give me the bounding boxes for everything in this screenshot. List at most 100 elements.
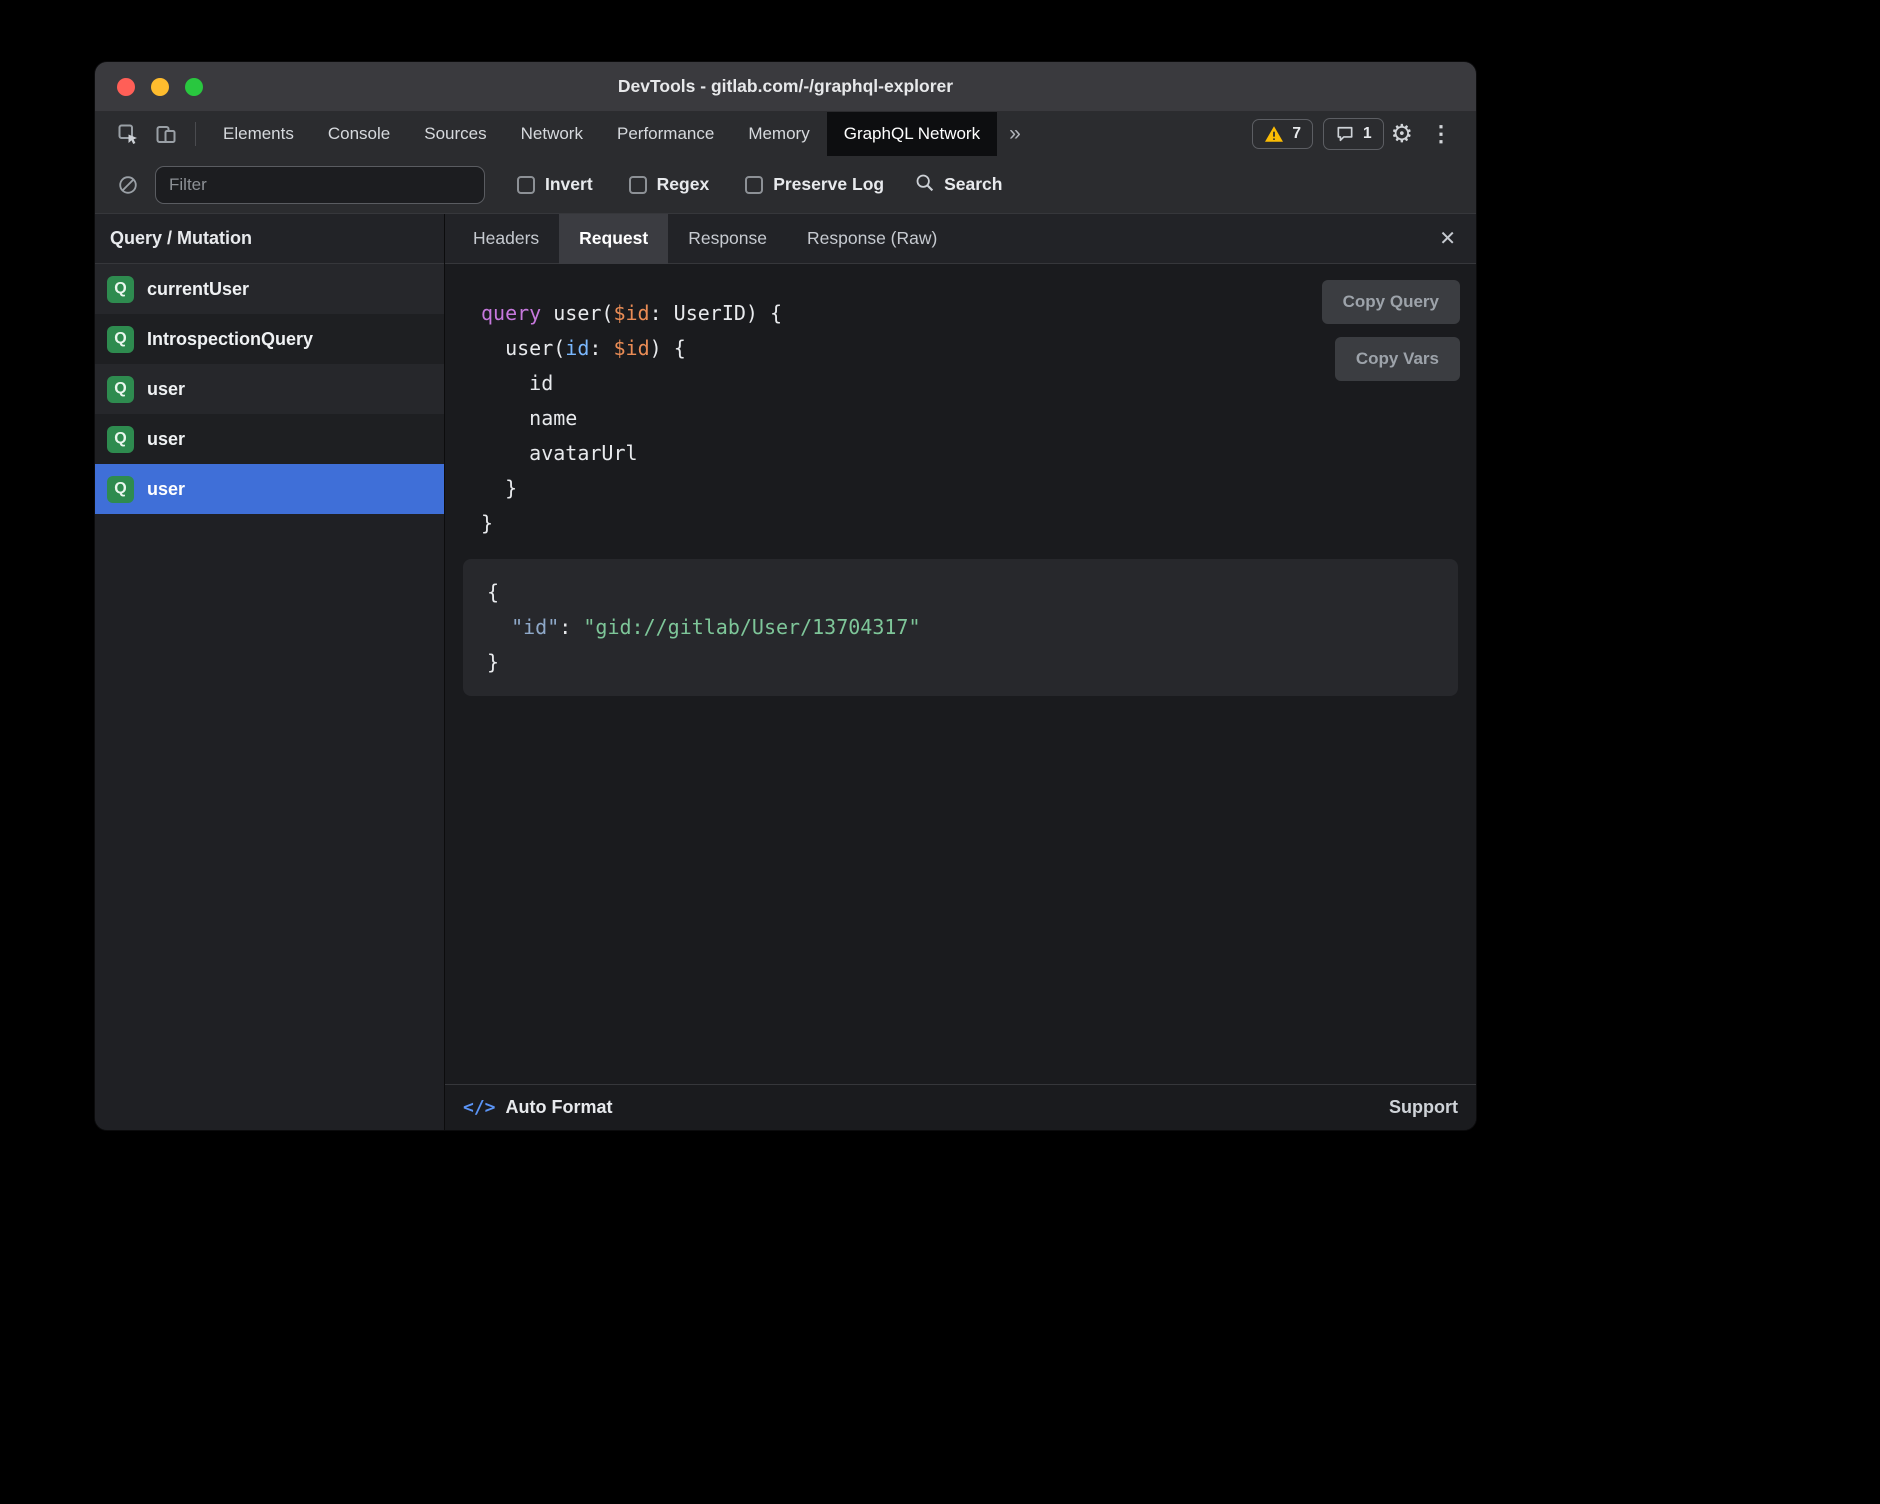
search-label: Search	[944, 174, 1002, 195]
filter-input[interactable]	[155, 166, 485, 204]
code-line: }	[481, 506, 1476, 541]
query-list-item-user-2[interactable]: Quser	[95, 364, 444, 414]
close-panel-icon[interactable]: ✕	[1419, 214, 1476, 264]
code-line: "id": "gid://gitlab/User/13704317"	[487, 610, 1458, 645]
filter-bar: Invert Regex Preserve Log Search	[95, 156, 1476, 214]
warning-icon	[1264, 125, 1284, 143]
query-sidebar: Query / Mutation QcurrentUserQIntrospect…	[95, 214, 445, 1130]
panel-tab-response[interactable]: Response	[668, 214, 787, 264]
tab-console[interactable]: Console	[311, 112, 407, 156]
desktop-background: DevTools - gitlab.com/-/graphql-explorer…	[0, 0, 1880, 1504]
panel-tab-headers[interactable]: Headers	[453, 214, 559, 264]
panel-footer: </> Auto Format Support	[445, 1084, 1476, 1130]
code-token: avatarUrl	[481, 441, 638, 465]
main-tab-strip: ElementsConsoleSourcesNetworkPerformance…	[206, 112, 997, 156]
code-token	[487, 615, 511, 639]
window-title: DevTools - gitlab.com/-/graphql-explorer	[95, 76, 1476, 97]
issues-count: 1	[1363, 125, 1372, 143]
query-list-item-introspectionquery-1[interactable]: QIntrospectionQuery	[95, 314, 444, 364]
code-token: "id"	[511, 615, 559, 639]
code-token: user(	[481, 336, 565, 360]
query-name: user	[147, 379, 185, 400]
checkbox-box	[745, 176, 763, 194]
main-toolbar: ElementsConsoleSourcesNetworkPerformance…	[95, 112, 1476, 156]
code-token: $id	[613, 336, 649, 360]
query-list-item-user-3[interactable]: Quser	[95, 414, 444, 464]
code-line: }	[481, 471, 1476, 506]
query-list-item-currentuser-0[interactable]: QcurrentUser	[95, 264, 444, 314]
query-name: user	[147, 429, 185, 450]
panel-tab-response-raw[interactable]: Response (Raw)	[787, 214, 957, 264]
more-tabs-button[interactable]: »	[997, 122, 1033, 146]
code-token: ) {	[650, 336, 686, 360]
regex-checkbox[interactable]: Regex	[629, 174, 710, 195]
toolbar-divider	[195, 122, 196, 146]
close-window-button[interactable]	[117, 78, 135, 96]
preserve-log-checkbox[interactable]: Preserve Log	[745, 174, 884, 195]
device-toolbar-icon[interactable]	[147, 112, 185, 156]
titlebar: DevTools - gitlab.com/-/graphql-explorer	[95, 62, 1476, 112]
panel-tab-strip: HeadersRequestResponseResponse (Raw)	[453, 214, 957, 264]
message-bubble-icon	[1335, 124, 1355, 144]
tab-performance[interactable]: Performance	[600, 112, 731, 156]
main-split: Query / Mutation QcurrentUserQIntrospect…	[95, 214, 1476, 1130]
checkbox-label: Invert	[545, 174, 593, 195]
query-badge: Q	[107, 476, 134, 503]
invert-checkbox[interactable]: Invert	[517, 174, 593, 195]
more-options-icon[interactable]: ⋮	[1420, 112, 1462, 156]
code-line: }	[487, 645, 1458, 680]
query-name: user	[147, 479, 185, 500]
search-icon	[914, 172, 935, 198]
devtools-window: DevTools - gitlab.com/-/graphql-explorer…	[95, 62, 1476, 1130]
code-token: {	[487, 580, 499, 604]
sidebar-header: Query / Mutation	[95, 214, 444, 264]
panel-tab-request[interactable]: Request	[559, 214, 668, 264]
code-token: $id	[613, 301, 649, 325]
copy-query-button[interactable]: Copy Query	[1322, 280, 1460, 324]
copy-buttons: Copy Query Copy Vars	[1322, 280, 1460, 381]
query-variables-box: { "id": "gid://gitlab/User/13704317"}	[463, 559, 1458, 696]
request-panel: HeadersRequestResponseResponse (Raw) ✕ C…	[445, 214, 1476, 1130]
checkbox-box	[517, 176, 535, 194]
tab-graphql-network[interactable]: GraphQL Network	[827, 112, 997, 156]
support-link[interactable]: Support	[1389, 1097, 1458, 1118]
code-token: query	[481, 301, 553, 325]
query-name: IntrospectionQuery	[147, 329, 313, 350]
code-token: :	[589, 336, 613, 360]
auto-format-button[interactable]: </> Auto Format	[463, 1097, 613, 1118]
code-token: }	[487, 650, 499, 674]
code-token: }	[481, 511, 493, 535]
search-control[interactable]: Search	[914, 172, 1002, 198]
request-content: Copy Query Copy Vars query user($id: Use…	[445, 264, 1476, 1084]
zoom-window-button[interactable]	[185, 78, 203, 96]
code-token: : UserID) {	[650, 301, 782, 325]
code-token: id	[481, 371, 553, 395]
issues-badge[interactable]: 1	[1323, 118, 1384, 150]
tab-memory[interactable]: Memory	[731, 112, 826, 156]
tab-sources[interactable]: Sources	[407, 112, 503, 156]
code-token: }	[481, 476, 517, 500]
tab-network[interactable]: Network	[504, 112, 600, 156]
traffic-lights	[95, 78, 203, 96]
minimize-window-button[interactable]	[151, 78, 169, 96]
code-token: user(	[553, 301, 613, 325]
code-token: name	[481, 406, 577, 430]
code-token: :	[559, 615, 583, 639]
auto-format-label: Auto Format	[506, 1097, 613, 1118]
query-list: QcurrentUserQIntrospectionQueryQuserQuse…	[95, 264, 444, 1130]
settings-gear-icon[interactable]: ⚙	[1384, 112, 1420, 156]
query-badge: Q	[107, 376, 134, 403]
clear-icon[interactable]	[113, 174, 143, 196]
inspect-element-icon[interactable]	[109, 112, 147, 156]
code-icon: </>	[463, 1097, 496, 1118]
code-token: "gid://gitlab/User/13704317"	[583, 615, 920, 639]
code-line: {	[487, 575, 1458, 610]
query-badge: Q	[107, 276, 134, 303]
tab-elements[interactable]: Elements	[206, 112, 311, 156]
panel-tab-bar: HeadersRequestResponseResponse (Raw) ✕	[445, 214, 1476, 264]
query-list-item-user-4[interactable]: Quser	[95, 464, 444, 514]
checkbox-box	[629, 176, 647, 194]
code-token: id	[565, 336, 589, 360]
copy-vars-button[interactable]: Copy Vars	[1335, 337, 1460, 381]
warnings-badge[interactable]: 7	[1252, 119, 1313, 149]
